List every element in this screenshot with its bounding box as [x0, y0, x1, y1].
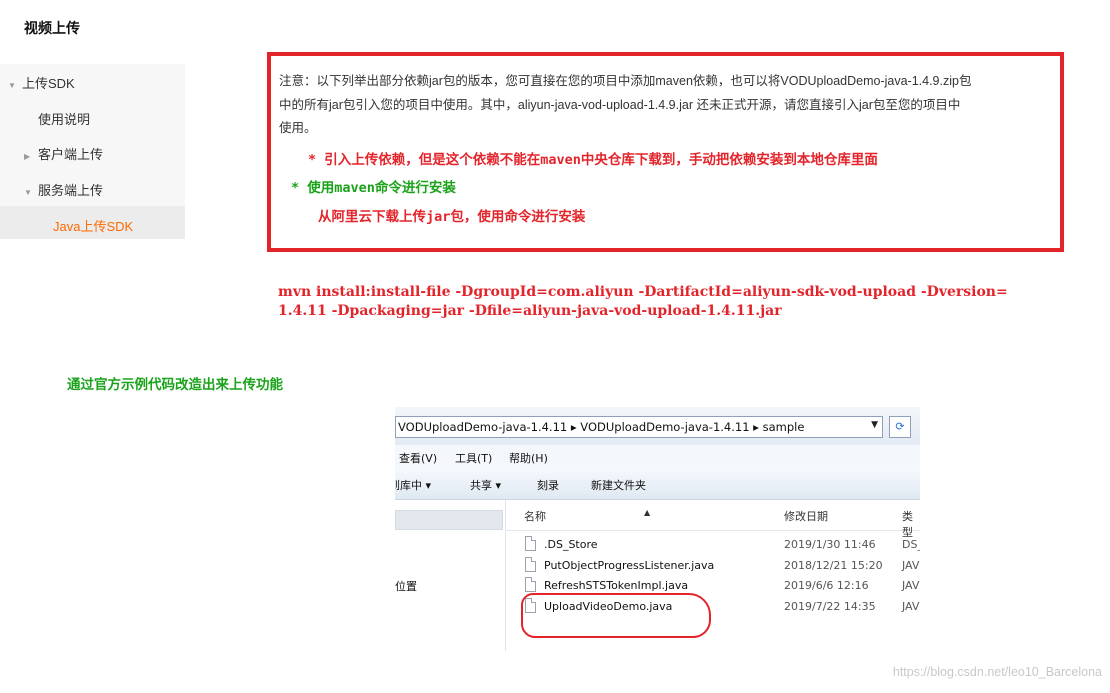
note-line-2: 中的所有jar包引入您的项目中使用。其中，aliyun-java-vod-upl…	[279, 97, 961, 112]
refresh-icon[interactable]: ⟳	[889, 416, 911, 438]
mvn-command-line-2: 1.4.11 -Dpackaging=jar -Dfile=aliyun-jav…	[278, 303, 782, 319]
nav-location-label[interactable]: 位置	[395, 578, 417, 594]
file-type: JAV	[902, 600, 920, 613]
file-icon	[525, 557, 536, 572]
sidebar-item-label: 上传SDK	[22, 76, 75, 91]
file-type: DS_	[902, 538, 920, 551]
address-bar: VODUploadDemo-java-1.4.11 ▸ VODUploadDem…	[395, 407, 920, 445]
note-line-3: 使用。	[279, 121, 317, 135]
file-date: 2018/12/21 15:20	[784, 559, 883, 572]
dropdown-icon[interactable]: ▼	[871, 420, 878, 430]
file-icon	[525, 536, 536, 551]
highlight-circle	[521, 593, 711, 638]
sort-arrow-icon: ▲	[644, 508, 651, 517]
mvn-command-line-1: mvn install:install-file -DgroupId=com.a…	[278, 284, 1008, 300]
note-line-1: 注意：以下列举出部分依赖jar包的版本，您可直接在您的项目中添加maven依赖，…	[279, 74, 972, 88]
toolbar-new-folder[interactable]: 新建文件夹	[591, 477, 646, 493]
chevron-down-icon: ▼	[24, 188, 32, 197]
file-icon	[525, 577, 536, 592]
address-path: VODUploadDemo-java-1.4.11 ▸ VODUploadDem…	[398, 420, 805, 434]
section2-title: 通过官方示例代码改造出来上传功能	[67, 377, 283, 393]
file-date: 2019/1/30 11:46	[784, 538, 876, 551]
toolbar: 到库中 ▾ 共享 ▾ 刻录 新建文件夹	[395, 469, 920, 500]
menu-tools[interactable]: 工具(T)	[455, 450, 492, 466]
chevron-down-icon: ▼	[8, 81, 16, 90]
sidebar-item-label: Java上传SDK	[53, 219, 134, 234]
page-title: 视频上传	[24, 20, 80, 36]
note-red-annotation: * 引入上传依赖，但是这个依赖不能在maven中央仓库下载到，手动把依赖安装到本…	[308, 152, 878, 168]
sidebar-item-upload-sdk[interactable]: ▼ 上传SDK	[8, 73, 75, 92]
column-name[interactable]: 名称	[524, 508, 546, 524]
file-date: 2019/7/22 14:35	[784, 600, 876, 613]
mvn-command: mvn install:install-file -DgroupId=com.a…	[278, 283, 1008, 321]
column-headers: ▲ 名称 修改日期 类型	[506, 500, 920, 539]
toolbar-share[interactable]: 共享 ▾	[470, 477, 501, 493]
note-red-annotation-2: 从阿里云下载上传jar包，使用命令进行安装	[318, 209, 586, 225]
toolbar-include-library[interactable]: 到库中 ▾	[395, 477, 431, 493]
menu-view[interactable]: 查看(V)	[399, 450, 437, 466]
toolbar-burn[interactable]: 刻录	[537, 477, 559, 493]
chevron-right-icon: ▶	[24, 152, 31, 161]
file-name: PutObjectProgressListener.java	[544, 559, 715, 572]
file-row[interactable]: PutObjectProgressListener.java 2018/12/2…	[506, 556, 920, 576]
sidebar-item-label: 服务端上传	[38, 183, 104, 198]
note-green-annotation: * 使用maven命令进行安装	[291, 180, 456, 196]
address-field[interactable]: VODUploadDemo-java-1.4.11 ▸ VODUploadDem…	[395, 416, 883, 438]
column-modified[interactable]: 修改日期	[784, 508, 828, 524]
file-row[interactable]: .DS_Store 2019/1/30 11:46 DS_	[506, 535, 920, 555]
menu-help[interactable]: 帮助(H)	[509, 450, 548, 466]
menu-bar: 查看(V) 工具(T) 帮助(H)	[395, 445, 920, 469]
file-type: JAV	[902, 579, 920, 592]
navigation-pane: 位置	[395, 500, 506, 651]
file-name: .DS_Store	[544, 538, 598, 551]
file-date: 2019/6/6 12:16	[784, 579, 869, 592]
sidebar-item-label: 客户端上传	[38, 147, 104, 162]
watermark: https://blog.csdn.net/leo10_Barcelona	[892, 665, 1102, 679]
sidebar-item-server-upload[interactable]: ▼ 服务端上传	[24, 180, 103, 199]
file-name: RefreshSTSTokenImpl.java	[544, 579, 689, 592]
note-box: 注意：以下列举出部分依赖jar包的版本，您可直接在您的项目中添加maven依赖，…	[267, 52, 1064, 252]
nav-item-highlight[interactable]	[395, 510, 503, 530]
sidebar-item-java-upload-sdk[interactable]: Java上传SDK	[53, 216, 133, 235]
sidebar-item-client-upload[interactable]: ▶ 客户端上传	[24, 144, 103, 163]
note-text: 注意：以下列举出部分依赖jar包的版本，您可直接在您的项目中添加maven依赖，…	[279, 70, 1059, 141]
sidebar-item-label: 使用说明	[38, 112, 91, 127]
sidebar: ▼ 上传SDK 使用说明 ▶ 客户端上传 ▼ 服务端上传 Java上传SDK	[0, 64, 185, 239]
file-type: JAV	[902, 559, 920, 572]
sidebar-item-usage[interactable]: 使用说明	[38, 109, 90, 128]
